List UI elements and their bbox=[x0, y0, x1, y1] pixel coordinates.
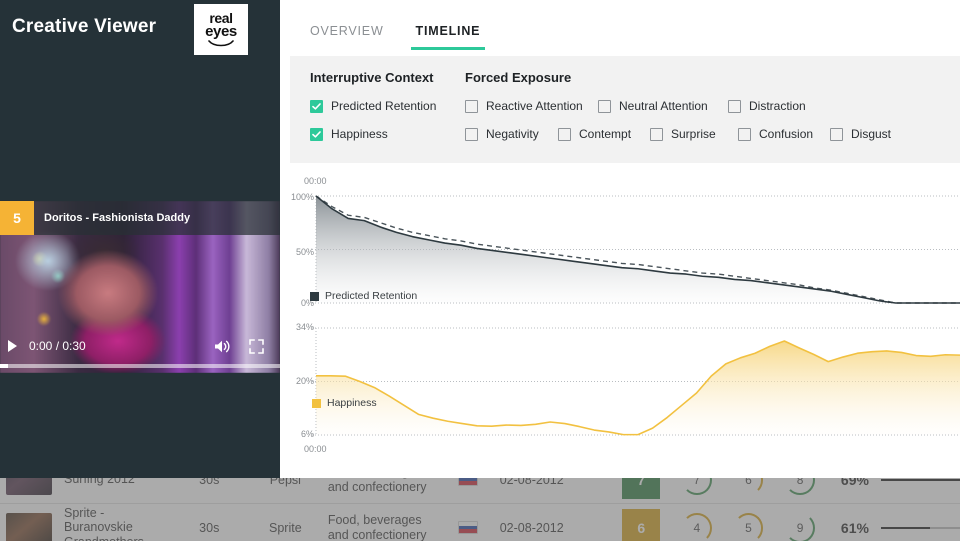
legend-happiness: Happiness bbox=[312, 397, 377, 409]
logo-line-2: eyes bbox=[205, 23, 237, 41]
video-time: 0:00 / 0:30 bbox=[29, 339, 86, 353]
checkbox-box[interactable] bbox=[650, 127, 663, 141]
y-tick-6: 6% bbox=[300, 429, 314, 439]
predicted-retention-chart: 100% 50% 0% 00:00 Predicted Retention bbox=[280, 168, 960, 313]
timeline-panel: OVERVIEW TIMELINE Interruptive Context F… bbox=[280, 0, 960, 478]
y-tick-34: 34% bbox=[295, 322, 314, 332]
check-icon bbox=[312, 102, 321, 110]
page-title: Creative Viewer bbox=[12, 16, 157, 37]
checkbox-label: Contempt bbox=[579, 127, 632, 141]
checkbox-label: Neutral Attention bbox=[619, 99, 708, 113]
legend-label: Predicted Retention bbox=[325, 290, 418, 302]
check-icon bbox=[312, 130, 321, 138]
happiness-plot bbox=[312, 327, 960, 436]
checkbox-label: Predicted Retention bbox=[331, 99, 437, 113]
checkbox-box[interactable] bbox=[728, 99, 741, 113]
fullscreen-icon[interactable] bbox=[249, 338, 264, 354]
checkbox-disgust[interactable]: Disgust bbox=[830, 127, 891, 141]
play-icon[interactable] bbox=[8, 340, 17, 352]
checkbox-box[interactable] bbox=[465, 99, 478, 113]
checkbox-predicted-retention[interactable]: Predicted Retention bbox=[310, 99, 465, 113]
filter-row-1: Predicted Retention Reactive Attention N… bbox=[310, 99, 960, 113]
video-player[interactable]: 5 Doritos - Fashionista Daddy 0:00 / 0:3… bbox=[0, 201, 280, 373]
checkbox-box[interactable] bbox=[310, 127, 323, 141]
checkbox-label: Distraction bbox=[749, 99, 806, 113]
legend-predicted-retention: Predicted Retention bbox=[310, 290, 417, 302]
checkbox-happiness[interactable]: Happiness bbox=[310, 127, 465, 141]
filter-header-interruptive-context: Interruptive Context bbox=[310, 70, 434, 85]
checkbox-label: Negativity bbox=[486, 127, 539, 141]
filter-header-forced-exposure: Forced Exposure bbox=[465, 70, 572, 85]
checkbox-label: Surprise bbox=[671, 127, 716, 141]
legend-swatch bbox=[312, 398, 321, 408]
video-progress-bar[interactable] bbox=[0, 364, 280, 368]
x-axis-start-label: 00:00 bbox=[304, 176, 327, 186]
tab-bar: OVERVIEW TIMELINE bbox=[280, 0, 960, 50]
checkbox-confusion[interactable]: Confusion bbox=[738, 127, 830, 141]
x-axis-start-label: 00:00 bbox=[304, 444, 327, 454]
checkbox-contempt[interactable]: Contempt bbox=[558, 127, 650, 141]
y-tick-100: 100% bbox=[290, 192, 314, 202]
realeyes-logo: real eyes bbox=[194, 4, 248, 55]
y-tick-50: 50% bbox=[295, 247, 314, 257]
video-title-bar: 5 Doritos - Fashionista Daddy bbox=[0, 201, 280, 235]
volume-icon[interactable] bbox=[214, 339, 231, 354]
checkbox-label: Confusion bbox=[759, 127, 814, 141]
checkbox-reactive-attention[interactable]: Reactive Attention bbox=[465, 99, 598, 113]
timeline-charts: 100% 50% 0% 00:00 Predicted Retention 34… bbox=[280, 168, 960, 478]
checkbox-distraction[interactable]: Distraction bbox=[728, 99, 806, 113]
video-title: Doritos - Fashionista Daddy bbox=[44, 212, 191, 224]
checkbox-surprise[interactable]: Surprise bbox=[650, 127, 738, 141]
checkbox-neutral-attention[interactable]: Neutral Attention bbox=[598, 99, 728, 113]
y-tick-20: 20% bbox=[295, 376, 314, 386]
checkbox-negativity[interactable]: Negativity bbox=[465, 127, 558, 141]
checkbox-box[interactable] bbox=[465, 127, 478, 141]
checkbox-box[interactable] bbox=[598, 99, 611, 113]
legend-label: Happiness bbox=[327, 397, 377, 409]
checkbox-box[interactable] bbox=[310, 99, 323, 113]
checkbox-label: Disgust bbox=[851, 127, 892, 141]
checkbox-box[interactable] bbox=[738, 127, 751, 141]
checkbox-label: Happiness bbox=[331, 127, 388, 141]
tab-timeline[interactable]: TIMELINE bbox=[410, 24, 485, 50]
happiness-chart: 34% 20% 6% 00:00 Happiness bbox=[280, 316, 960, 466]
checkbox-box[interactable] bbox=[830, 127, 843, 141]
video-progress-fill bbox=[0, 364, 9, 368]
filter-row-2: Happiness Negativity Contempt Surprise C… bbox=[310, 127, 960, 141]
legend-swatch bbox=[310, 291, 319, 301]
checkbox-label: Reactive Attention bbox=[486, 99, 583, 113]
checkbox-box[interactable] bbox=[558, 127, 571, 141]
creative-viewer-panel: Creative Viewer real eyes 5 Doritos - Fa… bbox=[0, 0, 280, 478]
tab-overview[interactable]: OVERVIEW bbox=[310, 24, 384, 50]
video-rank-badge: 5 bbox=[0, 201, 34, 235]
metric-filter-panel: Interruptive Context Forced Exposure Pre… bbox=[290, 56, 960, 163]
smile-icon bbox=[208, 40, 234, 47]
video-controls: 0:00 / 0:30 bbox=[0, 333, 280, 359]
y-tick-0: 0% bbox=[300, 298, 314, 308]
filter-headers: Interruptive Context Forced Exposure bbox=[310, 70, 960, 85]
